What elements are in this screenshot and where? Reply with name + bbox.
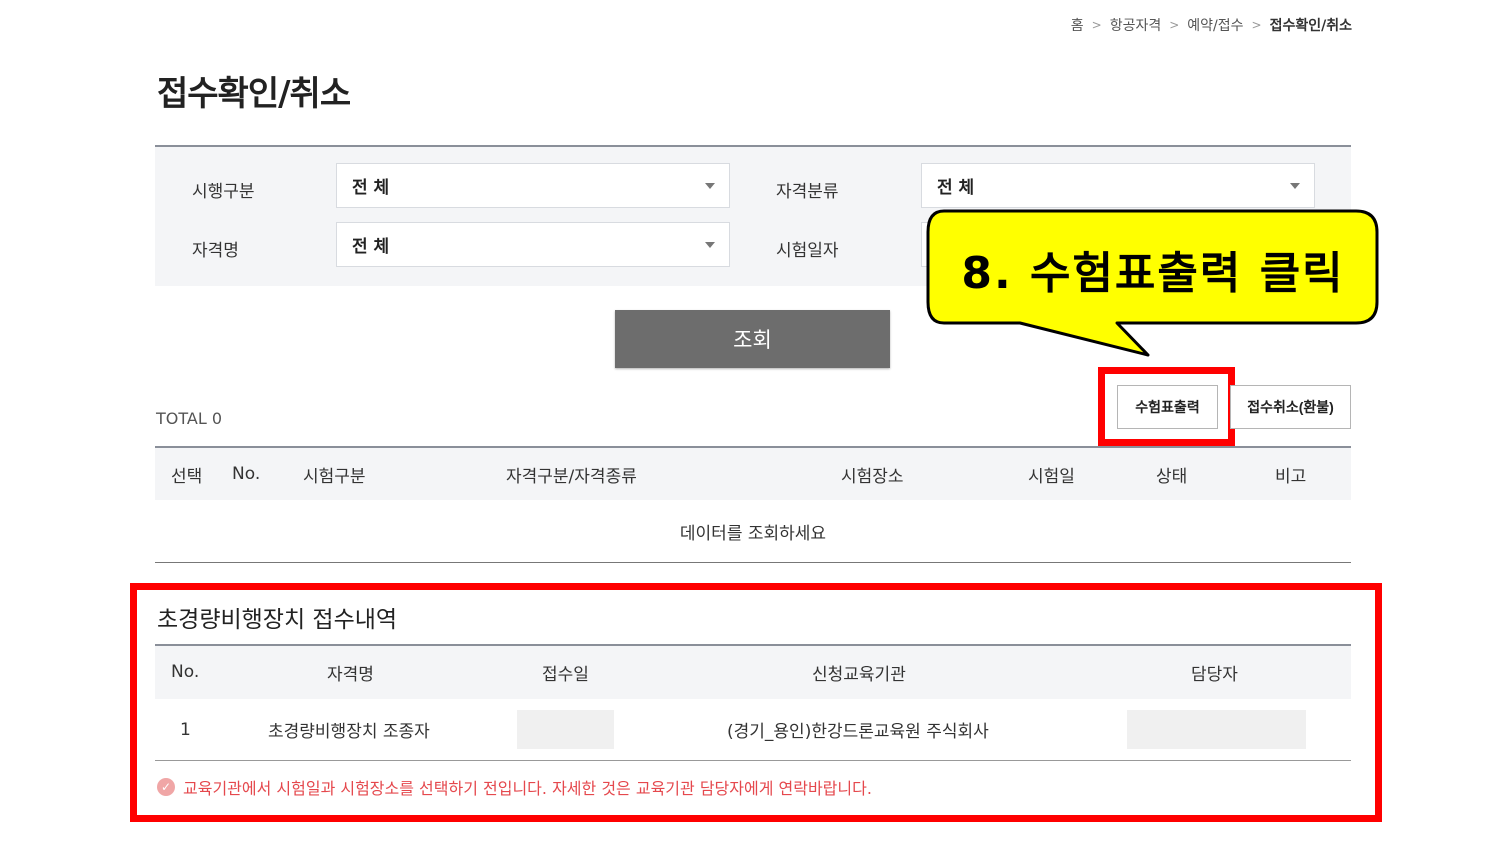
section-title: 초경량비행장치 접수내역 bbox=[157, 607, 398, 633]
receipt-date-redacted bbox=[517, 710, 614, 749]
breadcrumb-separator: > bbox=[1251, 18, 1262, 32]
qualification-name: 초경량비행장치 조종자 bbox=[268, 722, 430, 742]
search-button[interactable]: 조회 bbox=[615, 310, 890, 368]
category-select[interactable]: 전 체 bbox=[921, 163, 1315, 208]
breadcrumb-aviation[interactable]: 항공자격 bbox=[1110, 15, 1162, 35]
column-header: 비고 bbox=[1275, 466, 1307, 487]
cancel-refund-button[interactable]: 접수취소(환불) bbox=[1230, 385, 1351, 429]
breadcrumb-current: 접수확인/취소 bbox=[1269, 18, 1352, 34]
breadcrumb-reservation[interactable]: 예약/접수 bbox=[1187, 15, 1243, 35]
column-header: 자격명 bbox=[327, 664, 374, 685]
check-circle-icon: ✓ bbox=[157, 778, 175, 796]
breadcrumb-separator: > bbox=[1091, 18, 1102, 32]
column-header: 자격구분/자격종류 bbox=[506, 466, 637, 487]
qual-name-label: 자격명 bbox=[192, 241, 239, 261]
total-count: TOTAL 0 bbox=[156, 409, 223, 428]
breadcrumb: 홈 > 항공자격 > 예약/접수 > 접수확인/취소 bbox=[1071, 14, 1352, 36]
result-table-header: 선택 No. 시험구분 자격구분/자격종류 시험장소 시험일 상태 비고 bbox=[155, 446, 1351, 500]
column-header: 시험구분 bbox=[303, 466, 366, 487]
column-header: 신청교육기관 bbox=[812, 664, 906, 685]
column-header: 시험일 bbox=[1028, 466, 1075, 487]
qual-name-value: 전 체 bbox=[352, 237, 390, 257]
column-header: 접수일 bbox=[542, 664, 589, 685]
print-ticket-button[interactable]: 수험표출력 bbox=[1117, 385, 1218, 429]
exec-type-label: 시행구분 bbox=[192, 182, 255, 202]
chevron-down-icon bbox=[705, 183, 715, 189]
empty-message: 데이터를 조회하세요 bbox=[155, 500, 1351, 563]
exam-date-label: 시험일자 bbox=[776, 241, 839, 261]
category-label: 자격분류 bbox=[776, 182, 839, 202]
chevron-down-icon bbox=[1290, 183, 1300, 189]
row-number: 1 bbox=[180, 719, 191, 740]
table-row[interactable]: 1 초경량비행장치 조종자 (경기_용인)한강드론교육원 주식회사 bbox=[155, 699, 1351, 761]
qual-name-select[interactable]: 전 체 bbox=[336, 222, 730, 267]
notice-text: 교육기관에서 시험일과 시험장소를 선택하기 전입니다. 자세한 것은 교육기관… bbox=[183, 779, 872, 798]
exec-type-select[interactable]: 전 체 bbox=[336, 163, 730, 208]
drone-table-header: No. 자격명 접수일 신청교육기관 담당자 bbox=[155, 644, 1351, 699]
column-header: No. bbox=[232, 464, 261, 484]
institution-name: (경기_용인)한강드론교육원 주식회사 bbox=[727, 722, 989, 742]
column-header: 담당자 bbox=[1191, 664, 1238, 685]
page-title: 접수확인/취소 bbox=[157, 74, 351, 114]
breadcrumb-separator: > bbox=[1169, 18, 1180, 32]
column-header: 선택 bbox=[171, 466, 203, 487]
manager-redacted bbox=[1127, 710, 1306, 749]
category-value: 전 체 bbox=[937, 178, 975, 198]
notice: ✓ 교육기관에서 시험일과 시험장소를 선택하기 전입니다. 자세한 것은 교육… bbox=[157, 775, 872, 799]
column-header: 상태 bbox=[1156, 466, 1188, 487]
exec-type-value: 전 체 bbox=[352, 178, 390, 198]
column-header: 시험장소 bbox=[841, 466, 904, 487]
callout-text: 8. 수험표출력 클릭 bbox=[961, 248, 1345, 299]
breadcrumb-home[interactable]: 홈 bbox=[1071, 15, 1084, 35]
column-header: No. bbox=[171, 662, 200, 682]
chevron-down-icon bbox=[705, 242, 715, 248]
